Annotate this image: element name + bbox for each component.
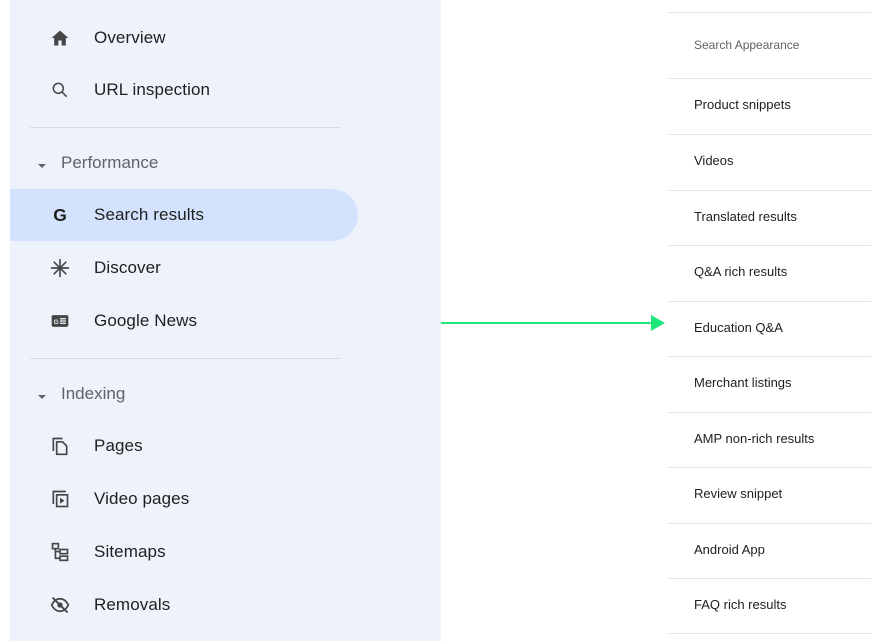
row-divider [668,412,871,413]
caret-down-icon [37,389,47,407]
removals-icon [48,593,72,617]
sidebar-item-label: Search results [94,205,205,224]
sidebar-item-url-inspection[interactable]: URL inspection [10,64,358,116]
list-item[interactable]: Videos [694,153,734,168]
sidebar-item-label: Overview [94,28,166,47]
row-divider [668,578,871,579]
sidebar-item-label: Removals [94,595,171,614]
section-header-performance[interactable]: Performance [10,143,358,183]
row-divider [668,78,871,79]
row-divider [668,356,871,357]
row-divider [668,245,871,246]
sidebar-item-removals[interactable]: Removals [10,579,358,631]
search-appearance-list: Search Appearance Product snippets Video… [668,0,871,641]
list-item[interactable]: Education Q&A [694,320,783,335]
google-g-icon: G [48,203,72,227]
sidebar-item-label: Pages [94,436,143,455]
sidebar-item-label: Discover [94,258,161,277]
list-item[interactable]: Android App [694,542,765,557]
sidebar-item-video-pages[interactable]: Video pages [10,473,358,525]
row-divider [668,523,871,524]
sidebar-item-discover[interactable]: Discover [10,242,358,294]
list-item[interactable]: FAQ rich results [694,597,786,612]
sidebar-item-label: URL inspection [94,80,211,99]
list-item[interactable]: Review snippet [694,486,782,501]
sidebar-item-sitemaps[interactable]: Sitemaps [10,526,358,578]
caret-down-icon [37,158,47,176]
video-pages-icon [48,487,72,511]
section-label: Performance [61,153,159,172]
pointer-arrow [441,315,665,331]
list-item[interactable]: Translated results [694,209,797,224]
row-divider [668,134,871,135]
row-divider [668,12,871,13]
row-divider [668,633,871,634]
svg-text:G: G [54,319,59,326]
sidebar-item-label: Video pages [94,489,190,508]
row-divider [668,467,871,468]
pages-icon [48,434,72,458]
sidebar-item-label: Sitemaps [94,542,166,561]
search-appearance-header: Search Appearance [694,38,800,52]
sidebar-item-search-results[interactable]: G Search results [10,189,358,241]
sidebar-divider [30,127,341,128]
list-item[interactable]: Q&A rich results [694,264,787,279]
row-divider [668,301,871,302]
sidebar-item-label: Google News [94,311,198,330]
search-icon [48,78,72,102]
sidebar-item-google-news[interactable]: G Google News [10,295,358,347]
svg-text:G: G [53,205,67,225]
sidebar-item-overview[interactable]: Overview [10,12,358,64]
home-icon [48,26,72,50]
list-item[interactable]: AMP non-rich results [694,431,814,446]
row-divider [668,190,871,191]
google-news-icon: G [48,309,72,333]
sitemap-icon [48,540,72,564]
list-item[interactable]: Merchant listings [694,375,792,390]
section-label: Indexing [61,384,126,403]
asterisk-icon [48,256,72,280]
sidebar-item-pages[interactable]: Pages [10,420,358,472]
sidebar: Overview URL inspection Performance G Se… [10,0,441,641]
list-item[interactable]: Product snippets [694,97,791,112]
section-header-indexing[interactable]: Indexing [10,374,358,414]
sidebar-divider [30,358,341,359]
